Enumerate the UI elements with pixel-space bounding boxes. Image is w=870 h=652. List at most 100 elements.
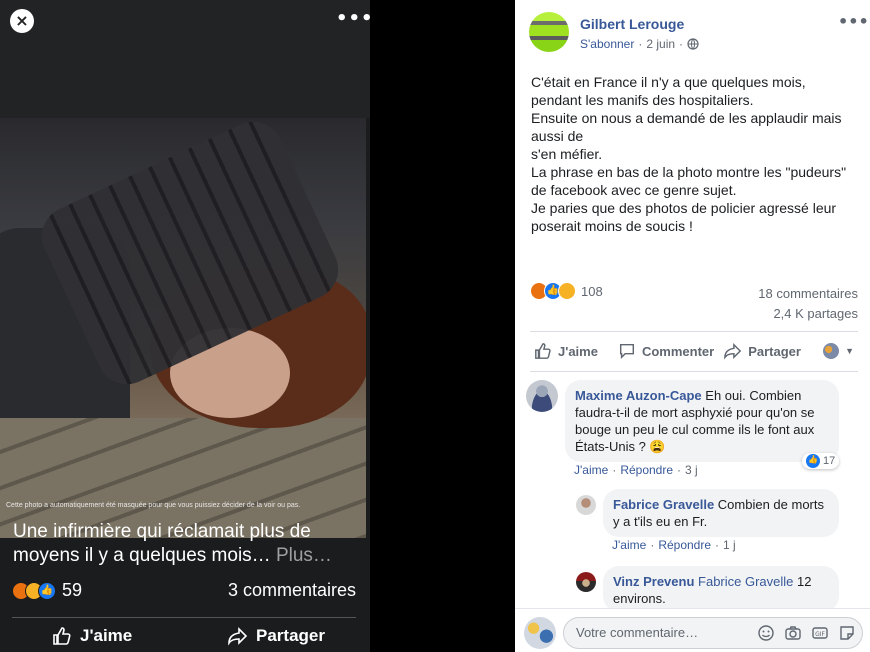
share-arrow-icon bbox=[228, 627, 248, 646]
viewer-comments-count[interactable]: 3 commentaires bbox=[228, 580, 356, 601]
camera-icon[interactable] bbox=[784, 624, 802, 642]
comment-reply-link[interactable]: Répondre bbox=[658, 538, 711, 552]
current-user-avatar bbox=[524, 617, 556, 649]
post-comments-count[interactable]: 18 commentaires bbox=[758, 284, 858, 304]
gif-icon[interactable]: GIF bbox=[811, 624, 829, 642]
comment-like-link[interactable]: J'aime bbox=[574, 463, 608, 477]
comment-bubble-icon bbox=[619, 343, 634, 360]
viewer-more-options-icon[interactable]: ••• bbox=[336, 8, 374, 29]
meta-separator: · bbox=[612, 463, 617, 477]
post-line: Ensuite on nous a demandé de les applaud… bbox=[531, 110, 842, 126]
comment-time[interactable]: 1 j bbox=[723, 538, 736, 552]
comment-text: 12 bbox=[793, 574, 812, 589]
post-reaction-count: 108 bbox=[581, 283, 603, 299]
comment-bubble: Fabrice Gravelle Combien de morts y a t'… bbox=[603, 489, 839, 537]
post-comment-label: Commenter bbox=[641, 343, 715, 359]
viewer-share-label: Partager bbox=[256, 626, 325, 645]
reply-item: Fabrice Gravelle Combien de morts y a t'… bbox=[576, 489, 839, 537]
viewer-like-label: J'aime bbox=[80, 626, 133, 645]
comment-bubble: Maxime Auzon-Cape Eh oui. Combien faudra… bbox=[565, 380, 839, 462]
post-panel: Gilbert Lerouge S'abonner · 2 juin · •••… bbox=[515, 0, 870, 652]
post-line: La phrase en bas de la photo montre les … bbox=[531, 164, 847, 180]
meta-separator: · bbox=[679, 37, 684, 51]
post-line: Je paries que des photos de policier agr… bbox=[531, 200, 837, 216]
comment-actions: J'aime · Répondre · 1 j bbox=[612, 538, 736, 552]
post-line: C'était en France il n'y a que quelques … bbox=[531, 74, 806, 90]
commenter-avatar[interactable] bbox=[576, 495, 596, 515]
viewer-share-button[interactable]: Partager bbox=[228, 626, 325, 646]
viewer-divider bbox=[12, 617, 356, 618]
viewer-topbar bbox=[0, 0, 370, 118]
post-action-bar: J'aime Commenter Partager ▼ bbox=[530, 342, 858, 360]
comment-author[interactable]: Fabrice Gravelle bbox=[613, 497, 714, 512]
post-photo[interactable] bbox=[0, 118, 366, 538]
like-reaction-icon: 👍 bbox=[806, 454, 820, 468]
meta-separator: · bbox=[677, 463, 682, 477]
comment-mention[interactable]: Fabrice Gravelle bbox=[698, 574, 793, 589]
post-as-selector[interactable]: ▼ bbox=[823, 343, 854, 359]
comment-text: Eh oui. Combien bbox=[701, 388, 802, 403]
post-shares-count[interactable]: 2,4 K partages bbox=[758, 304, 858, 324]
comment-time[interactable]: 3 j bbox=[685, 463, 698, 477]
comment-text: faudra-t-il de mort asphyxié pour qu'on … bbox=[575, 405, 815, 454]
post-line: s'en méfier. bbox=[531, 146, 603, 162]
author-avatar[interactable] bbox=[529, 12, 569, 52]
post-share-label: Partager bbox=[748, 343, 801, 359]
post-line: poserait moins de soucis ! bbox=[531, 218, 693, 234]
comment-text: y a t'ils eu en Fr. bbox=[613, 514, 708, 529]
thumbs-up-icon bbox=[53, 627, 71, 645]
photo-viewer: × ••• Cette photo a automatiquement été … bbox=[0, 0, 373, 652]
comment-actions: J'aime · Répondre · 3 j bbox=[574, 463, 698, 477]
chevron-down-icon: ▼ bbox=[845, 346, 854, 356]
post-like-label: J'aime bbox=[558, 343, 598, 359]
photo-caption: Une infirmière qui réclamait plus de moy… bbox=[13, 520, 358, 568]
post-date[interactable]: 2 juin bbox=[646, 37, 675, 51]
post-divider-top bbox=[530, 331, 858, 332]
commenter-avatar[interactable] bbox=[526, 380, 558, 412]
comment-author[interactable]: Maxime Auzon-Cape bbox=[575, 388, 702, 403]
post-comment-button[interactable]: Commenter bbox=[618, 342, 714, 360]
caption-more-link[interactable]: Plus… bbox=[276, 545, 332, 566]
thumbs-up-icon bbox=[535, 343, 551, 359]
post-reactions[interactable]: 👍 108 bbox=[530, 282, 603, 300]
emoji-icon[interactable] bbox=[757, 624, 775, 642]
comment-like-count[interactable]: 👍 17 bbox=[802, 453, 840, 469]
post-more-options-icon[interactable]: ••• bbox=[838, 12, 869, 31]
commenter-avatar[interactable] bbox=[576, 572, 596, 592]
post-author-name[interactable]: Gilbert Lerouge bbox=[580, 16, 684, 32]
subscribe-link[interactable]: S'abonner bbox=[580, 37, 634, 51]
comment-item: Maxime Auzon-Cape Eh oui. Combien faudra… bbox=[526, 380, 839, 462]
post-share-button[interactable]: Partager bbox=[724, 342, 801, 360]
caption-text: Une infirmière qui réclamait plus de moy… bbox=[13, 521, 311, 566]
post-line: aussi de bbox=[531, 128, 584, 144]
like-reaction-icon: 👍 bbox=[38, 581, 56, 600]
composer-icons: GIF bbox=[757, 624, 856, 642]
comment-text: environs. bbox=[613, 591, 666, 606]
comment-bubble: Vinz Prevenu Fabrice Gravelle 12 environ… bbox=[603, 566, 839, 612]
post-body: C'était en France il n'y a que quelques … bbox=[531, 73, 861, 235]
comment-author[interactable]: Vinz Prevenu bbox=[613, 574, 694, 589]
globe-icon bbox=[687, 38, 699, 50]
viewer-reaction-count: 59 bbox=[62, 580, 83, 600]
svg-text:GIF: GIF bbox=[815, 631, 825, 638]
comment-reply-link[interactable]: Répondre bbox=[620, 463, 673, 477]
meta-separator: · bbox=[638, 37, 643, 51]
page-avatar-icon bbox=[823, 343, 840, 359]
comment-text: Combien de morts bbox=[714, 497, 824, 512]
viewer-reactions[interactable]: 👍 59 bbox=[12, 580, 82, 601]
post-divider-bottom bbox=[530, 371, 858, 372]
close-button[interactable]: × bbox=[10, 9, 34, 33]
reply-item: Vinz Prevenu Fabrice Gravelle 12 environ… bbox=[576, 566, 839, 612]
masked-photo-notice: Cette photo a automatiquement été masqué… bbox=[6, 502, 301, 509]
comment-like-link[interactable]: J'aime bbox=[612, 538, 646, 552]
viewer-like-button[interactable]: J'aime bbox=[52, 626, 132, 646]
post-stats: 18 commentaires 2,4 K partages bbox=[758, 284, 858, 324]
meta-separator: · bbox=[650, 538, 655, 552]
post-line: de facebook avec ce genre sujet. bbox=[531, 182, 737, 198]
share-arrow-icon bbox=[724, 342, 742, 360]
comment-like-number: 17 bbox=[823, 455, 836, 467]
post-like-button[interactable]: J'aime bbox=[534, 342, 598, 360]
sticker-icon[interactable] bbox=[838, 624, 856, 642]
sad-reaction-icon bbox=[558, 282, 576, 300]
comment-composer: Votre commentaire… GIF bbox=[515, 608, 870, 652]
